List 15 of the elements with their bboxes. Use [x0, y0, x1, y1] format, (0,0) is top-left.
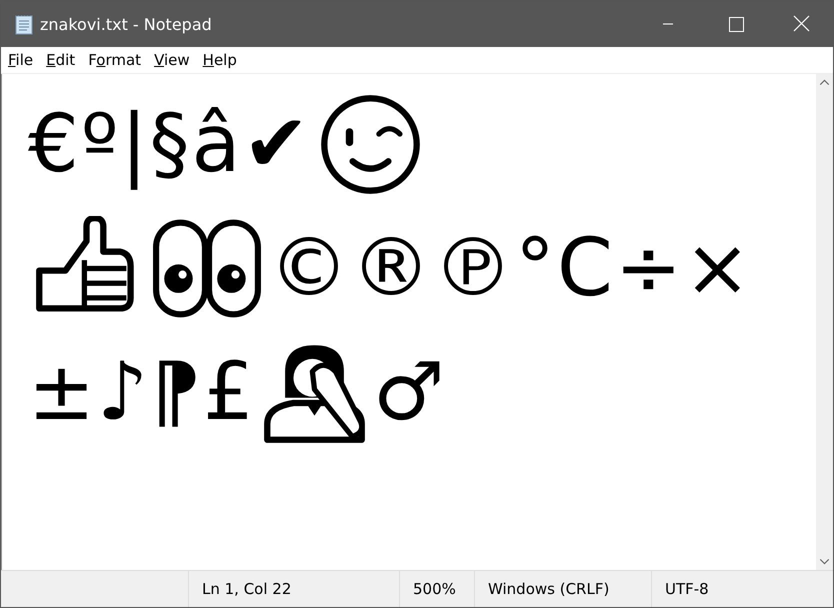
menu-item[interactable]: Format: [88, 51, 142, 69]
status-text: 500%: [400, 571, 475, 607]
window-title: znakovi.txt - Notepad: [40, 14, 212, 34]
menu-item[interactable]: File: [8, 51, 34, 69]
notepad-icon: [14, 13, 34, 35]
menu-item[interactable]: Edit: [46, 51, 76, 69]
status-text: Windows (CRLF): [475, 571, 652, 607]
menu-item[interactable]: Help: [202, 51, 237, 69]
editor-text: ±♪⁋£: [28, 344, 256, 440]
editor-text: €º|§â✔: [28, 96, 312, 192]
editor-text: ©®℗°C÷×: [269, 220, 753, 316]
menu-item[interactable]: View: [154, 51, 190, 69]
editor-text: ♂: [372, 344, 447, 440]
status-text: Ln 1, Col 22: [189, 571, 400, 607]
status-text: UTF-8: [664, 579, 710, 600]
